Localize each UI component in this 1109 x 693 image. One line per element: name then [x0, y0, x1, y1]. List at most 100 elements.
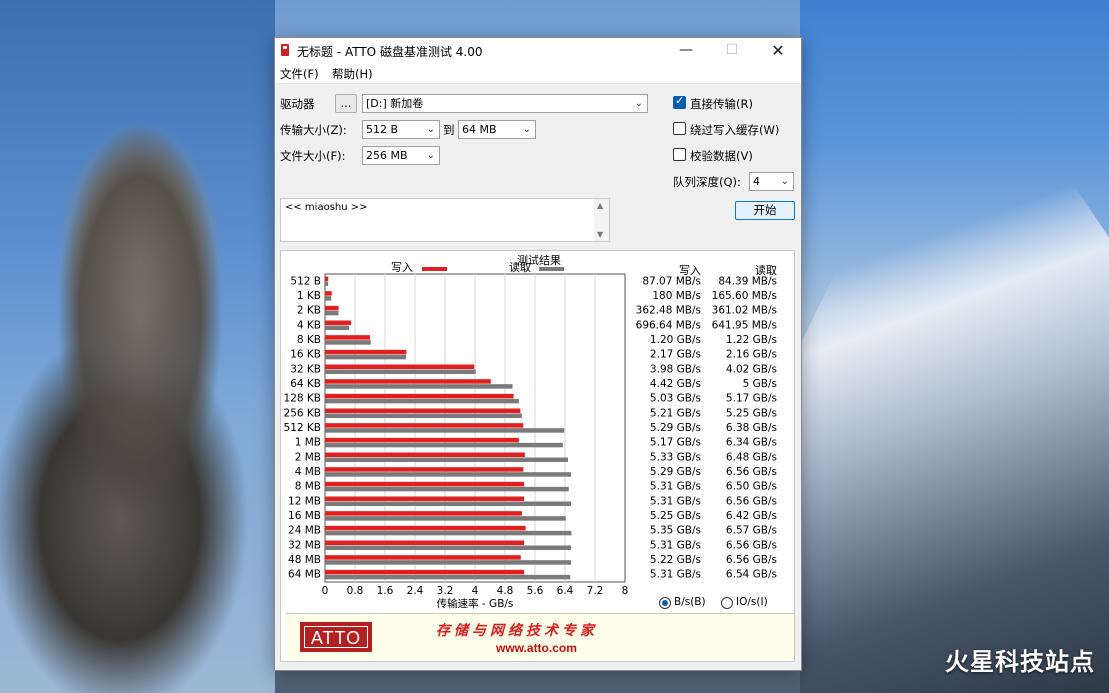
window-title: 无标题 - ATTO 磁盘基准测试 4.00: [297, 45, 483, 59]
transfer-from-select[interactable]: 512 B ⌄: [362, 120, 440, 139]
description-box[interactable]: << miaoshu >> ▲ ▼: [280, 198, 610, 242]
y-tick-label: 48 MB: [288, 554, 321, 566]
write-value: 5.31 GB/s: [650, 569, 701, 581]
write-value: 5.22 GB/s: [650, 554, 701, 566]
transfer-to-select[interactable]: 64 MB ⌄: [458, 120, 536, 139]
write-bar: [325, 364, 475, 369]
x-tick-label: 0: [322, 585, 329, 597]
read-value: 6.56 GB/s: [726, 554, 777, 566]
read-value: 641.95 MB/s: [712, 319, 777, 331]
read-value: 361.02 MB/s: [712, 305, 777, 317]
unit-bytes-radio[interactable]: [659, 597, 671, 609]
x-tick-label: 8: [622, 585, 629, 597]
read-bar: [325, 354, 406, 360]
y-tick-label: 64 KB: [290, 378, 321, 390]
write-bar: [325, 540, 525, 545]
watermark-text: 火星科技站点: [945, 648, 1095, 676]
write-bar: [325, 555, 521, 560]
y-tick-label: 12 MB: [288, 495, 321, 507]
scroll-down-icon[interactable]: ▼: [597, 230, 603, 239]
results-panel: 测试结果 写入 读取 写入 读取 0 0.8 1.6 2.4 3.2 4 4.8 5.6 6.4 7.2 8 传…: [280, 250, 795, 662]
minimize-button[interactable]: —: [663, 38, 709, 63]
queue-depth-value: 4: [753, 175, 760, 188]
read-bar: [325, 472, 571, 477]
write-bar: [325, 291, 332, 296]
transfer-size-label: 传输大小(Z):: [280, 123, 347, 137]
write-bar: [325, 276, 329, 281]
y-tick-label: 2 KB: [297, 305, 321, 317]
maximize-button[interactable]: ☐: [709, 38, 755, 63]
write-value: 5.31 GB/s: [650, 481, 701, 493]
read-value: 6.56 GB/s: [726, 495, 777, 507]
chevron-down-icon: ⌄: [780, 176, 789, 187]
read-bar: [325, 486, 569, 492]
file-size-value: 256 MB: [366, 149, 408, 162]
description-text: << miaoshu >>: [285, 202, 368, 213]
write-value: 5.35 GB/s: [650, 525, 701, 537]
drive-select[interactable]: [D:] 新加卷 ⌄: [362, 94, 648, 113]
write-bar: [325, 481, 525, 487]
read-value: 4.02 GB/s: [726, 363, 777, 375]
x-tick-label: 2.4: [407, 585, 424, 597]
queue-depth-select[interactable]: 4 ⌄: [749, 172, 794, 191]
bypass-cache-checkbox[interactable]: [673, 122, 686, 135]
y-tick-label: 128 KB: [284, 393, 321, 405]
menu-help[interactable]: 帮助(H): [332, 66, 373, 82]
chevron-down-icon: ⌄: [634, 98, 643, 109]
read-bar: [325, 369, 476, 374]
close-button[interactable]: ✕: [755, 38, 801, 63]
read-bar: [325, 384, 513, 389]
y-tick-label: 16 MB: [288, 510, 321, 522]
atto-logo-text: ATTO: [304, 626, 368, 648]
atto-logo: ATTO: [300, 622, 372, 652]
unit-bytes-label: B/s(B): [674, 596, 706, 608]
x-tick-label: 4.8: [497, 585, 514, 597]
direct-io-label: 直接传输(R): [690, 97, 753, 111]
write-bar: [325, 496, 525, 501]
read-value: 5 GB/s: [743, 378, 777, 390]
write-value: 87.07 MB/s: [642, 275, 701, 287]
drive-select-value: [D:] 新加卷: [366, 97, 424, 110]
read-bar: [325, 457, 568, 462]
read-value: 6.50 GB/s: [726, 481, 777, 493]
read-value: 5.17 GB/s: [726, 393, 777, 405]
read-bar: [325, 516, 566, 521]
verify-data-label: 校验数据(V): [690, 149, 753, 163]
write-bar: [325, 349, 407, 355]
scroll-up-icon[interactable]: ▲: [597, 201, 603, 210]
y-tick-label: 16 KB: [290, 349, 321, 361]
read-value: 6.54 GB/s: [726, 569, 777, 581]
start-button[interactable]: 开始: [735, 201, 795, 220]
read-value: 6.42 GB/s: [726, 510, 777, 522]
banner-url[interactable]: www.atto.com: [496, 641, 577, 655]
read-bar: [325, 545, 571, 550]
read-bar: [325, 560, 571, 565]
read-bar: [325, 340, 371, 345]
queue-depth-label: 队列深度(Q):: [673, 175, 741, 189]
write-bar: [325, 408, 521, 413]
write-bar: [325, 305, 339, 311]
write-value: 2.17 GB/s: [650, 349, 701, 361]
write-bar: [325, 437, 519, 443]
legend-write-swatch: [422, 267, 447, 271]
y-tick-label: 4 MB: [295, 466, 321, 478]
write-bar: [325, 569, 525, 575]
file-size-select[interactable]: 256 MB ⌄: [362, 146, 440, 165]
menu-file[interactable]: 文件(F): [280, 66, 319, 82]
verify-data-checkbox[interactable]: [673, 148, 686, 161]
y-tick-label: 1 KB: [297, 290, 321, 302]
read-bar: [325, 442, 563, 448]
unit-io-radio[interactable]: [721, 597, 733, 609]
banner-slogan: 存储与网络技术专家: [436, 623, 598, 639]
read-value: 84.39 MB/s: [718, 275, 777, 287]
direct-io-checkbox[interactable]: [673, 94, 686, 109]
write-bar: [325, 511, 522, 516]
title-bar[interactable]: 无标题 - ATTO 磁盘基准测试 4.00 — ☐ ✕: [275, 38, 801, 63]
write-bar: [325, 335, 370, 340]
write-bar: [325, 525, 526, 531]
read-value: 6.38 GB/s: [726, 422, 777, 434]
description-scrollbar[interactable]: ▲ ▼: [594, 199, 609, 241]
read-bar: [325, 501, 571, 506]
browse-button[interactable]: ...: [335, 94, 357, 113]
read-value: 6.48 GB/s: [726, 451, 777, 463]
